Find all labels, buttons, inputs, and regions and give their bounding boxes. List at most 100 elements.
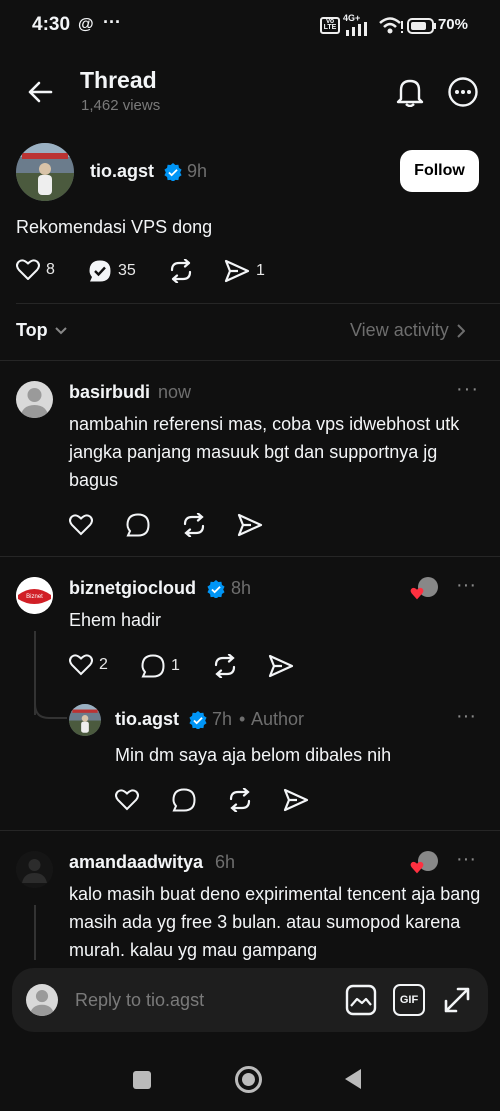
send-icon <box>224 259 250 283</box>
more-options-button[interactable] <box>443 72 483 112</box>
reply-avatar[interactable] <box>69 704 101 736</box>
composer-avatar <box>26 984 58 1016</box>
back-triangle-icon[interactable] <box>344 1068 362 1090</box>
sort-dropdown[interactable]: Top <box>16 320 68 341</box>
heart-icon <box>16 259 40 280</box>
send-icon[interactable] <box>268 654 294 678</box>
post-text: Rekomendasi VPS dong <box>16 217 213 237</box>
comment-icon[interactable] <box>172 788 196 812</box>
reply-like-button[interactable]: 2 <box>69 654 108 676</box>
reply-avatar[interactable] <box>16 851 53 888</box>
view-activity-label: View activity <box>350 320 449 340</box>
post-share-button[interactable]: 1 <box>224 259 265 283</box>
repost-icon[interactable] <box>181 513 207 537</box>
reply-more-icon[interactable]: ··· <box>456 378 479 401</box>
post-share-count: 1 <box>256 262 265 279</box>
post-like-count: 8 <box>46 261 55 278</box>
bell-icon <box>396 79 424 107</box>
gif-button[interactable]: GIF <box>393 984 425 1016</box>
reply-input[interactable]: Reply to tio.agst <box>75 990 204 1011</box>
reply-like-count: 2 <box>99 656 108 673</box>
reply-avatar[interactable] <box>16 381 53 418</box>
reply-comment-button[interactable]: 1 <box>141 654 180 678</box>
arrow-left-icon <box>28 81 53 103</box>
notifications-button[interactable] <box>390 72 430 112</box>
reply-text: nambahin referensi mas, coba vps idwebho… <box>69 414 460 490</box>
reply-actions <box>69 512 269 538</box>
heart-filled-icon <box>410 587 424 600</box>
default-avatar-icon <box>29 990 55 1016</box>
threads-notification-icon: @ <box>78 16 94 33</box>
reply-more-icon[interactable]: ··· <box>456 705 476 728</box>
heart-icon[interactable] <box>115 789 139 811</box>
send-icon[interactable] <box>237 513 263 537</box>
expand-icon[interactable] <box>442 985 472 1015</box>
reply-text: Min dm saya aja belom dibales nih <box>115 745 392 765</box>
follow-button[interactable]: Follow <box>400 150 479 192</box>
author-tag: Author <box>251 709 305 729</box>
more-notifications-icon: ··· <box>103 12 121 32</box>
author-liked-indicator <box>410 851 440 877</box>
battery-percent: 70% <box>437 16 468 33</box>
post-reply-button[interactable]: 35 <box>88 259 136 283</box>
image-icon[interactable] <box>345 984 377 1016</box>
back-button[interactable] <box>20 72 60 112</box>
volte-icon: Vo LTE <box>320 17 340 34</box>
author-liked-indicator <box>410 577 440 603</box>
reply-item: basirbudi now ··· nambahin referensi mas… <box>0 361 500 556</box>
post-author-avatar[interactable] <box>16 143 74 201</box>
reply-time: 7h <box>212 709 233 729</box>
send-icon[interactable] <box>283 788 309 812</box>
page-title: Thread <box>80 67 157 93</box>
heart-icon[interactable] <box>69 514 93 536</box>
reply-more-icon[interactable]: ··· <box>456 574 476 597</box>
chevron-right-icon <box>456 323 465 338</box>
chevron-down-icon <box>54 326 67 334</box>
post-like-button[interactable]: 8 <box>16 259 55 281</box>
wifi-icon <box>379 17 403 34</box>
reply-actions <box>115 787 315 813</box>
reply-username[interactable]: tio.agst <box>115 709 179 730</box>
repost-icon <box>170 259 192 283</box>
reply-more-icon[interactable]: ··· <box>456 848 476 871</box>
verified-badge-icon <box>164 163 182 181</box>
reply-item: tio.agst 7h • Author ··· Min dm saya aja… <box>0 697 500 830</box>
repost-icon[interactable] <box>227 788 253 812</box>
status-bar: 4:30 @ ··· Vo LTE 4G+ 70% <box>0 0 500 52</box>
reply-username[interactable]: amandaadwitya <box>69 852 203 873</box>
repost-icon[interactable] <box>212 654 238 678</box>
heart-filled-icon <box>410 861 424 874</box>
recents-button[interactable] <box>133 1071 151 1089</box>
post-reply-count: 35 <box>118 262 136 279</box>
reply-avatar[interactable]: Biznet <box>16 577 53 614</box>
reply-username[interactable]: basirbudi <box>69 382 150 403</box>
view-activity-link[interactable]: View activity <box>350 320 465 341</box>
comment-icon[interactable] <box>126 513 150 537</box>
reply-item: amandaadwitya 6h ··· kalo masih buat den… <box>0 831 500 971</box>
home-button[interactable] <box>235 1066 262 1093</box>
default-avatar-icon <box>20 388 49 418</box>
reply-comment-count: 1 <box>171 657 180 674</box>
battery-icon <box>407 18 436 34</box>
view-count: 1,462 views <box>81 97 161 114</box>
reply-username[interactable]: biznetgiocloud <box>69 578 196 599</box>
reply-time: 8h <box>231 578 252 598</box>
post-repost-button[interactable] <box>168 259 194 283</box>
reply-item: Biznet biznetgiocloud 8h ··· Ehem hadir … <box>0 557 500 715</box>
reply-bubble-check-icon <box>89 260 111 282</box>
gif-label: GIF <box>399 994 419 1006</box>
status-time: 4:30 <box>32 14 71 35</box>
biznet-logo-text: Biznet <box>26 594 43 600</box>
signal-icon <box>346 22 367 36</box>
reply-text: Ehem hadir <box>69 610 162 630</box>
post-time: 9h <box>187 161 208 181</box>
reply-text: kalo masih buat deno expirimental tencen… <box>69 884 481 960</box>
heart-icon <box>69 654 93 676</box>
system-nav-bar <box>0 1040 500 1111</box>
ellipsis-circle-icon <box>448 77 478 107</box>
verified-badge-icon <box>207 580 225 598</box>
comment-icon <box>141 654 165 678</box>
reply-time: now <box>158 382 192 402</box>
post-author-name[interactable]: tio.agst <box>90 161 154 182</box>
reply-time: 6h <box>215 852 236 872</box>
